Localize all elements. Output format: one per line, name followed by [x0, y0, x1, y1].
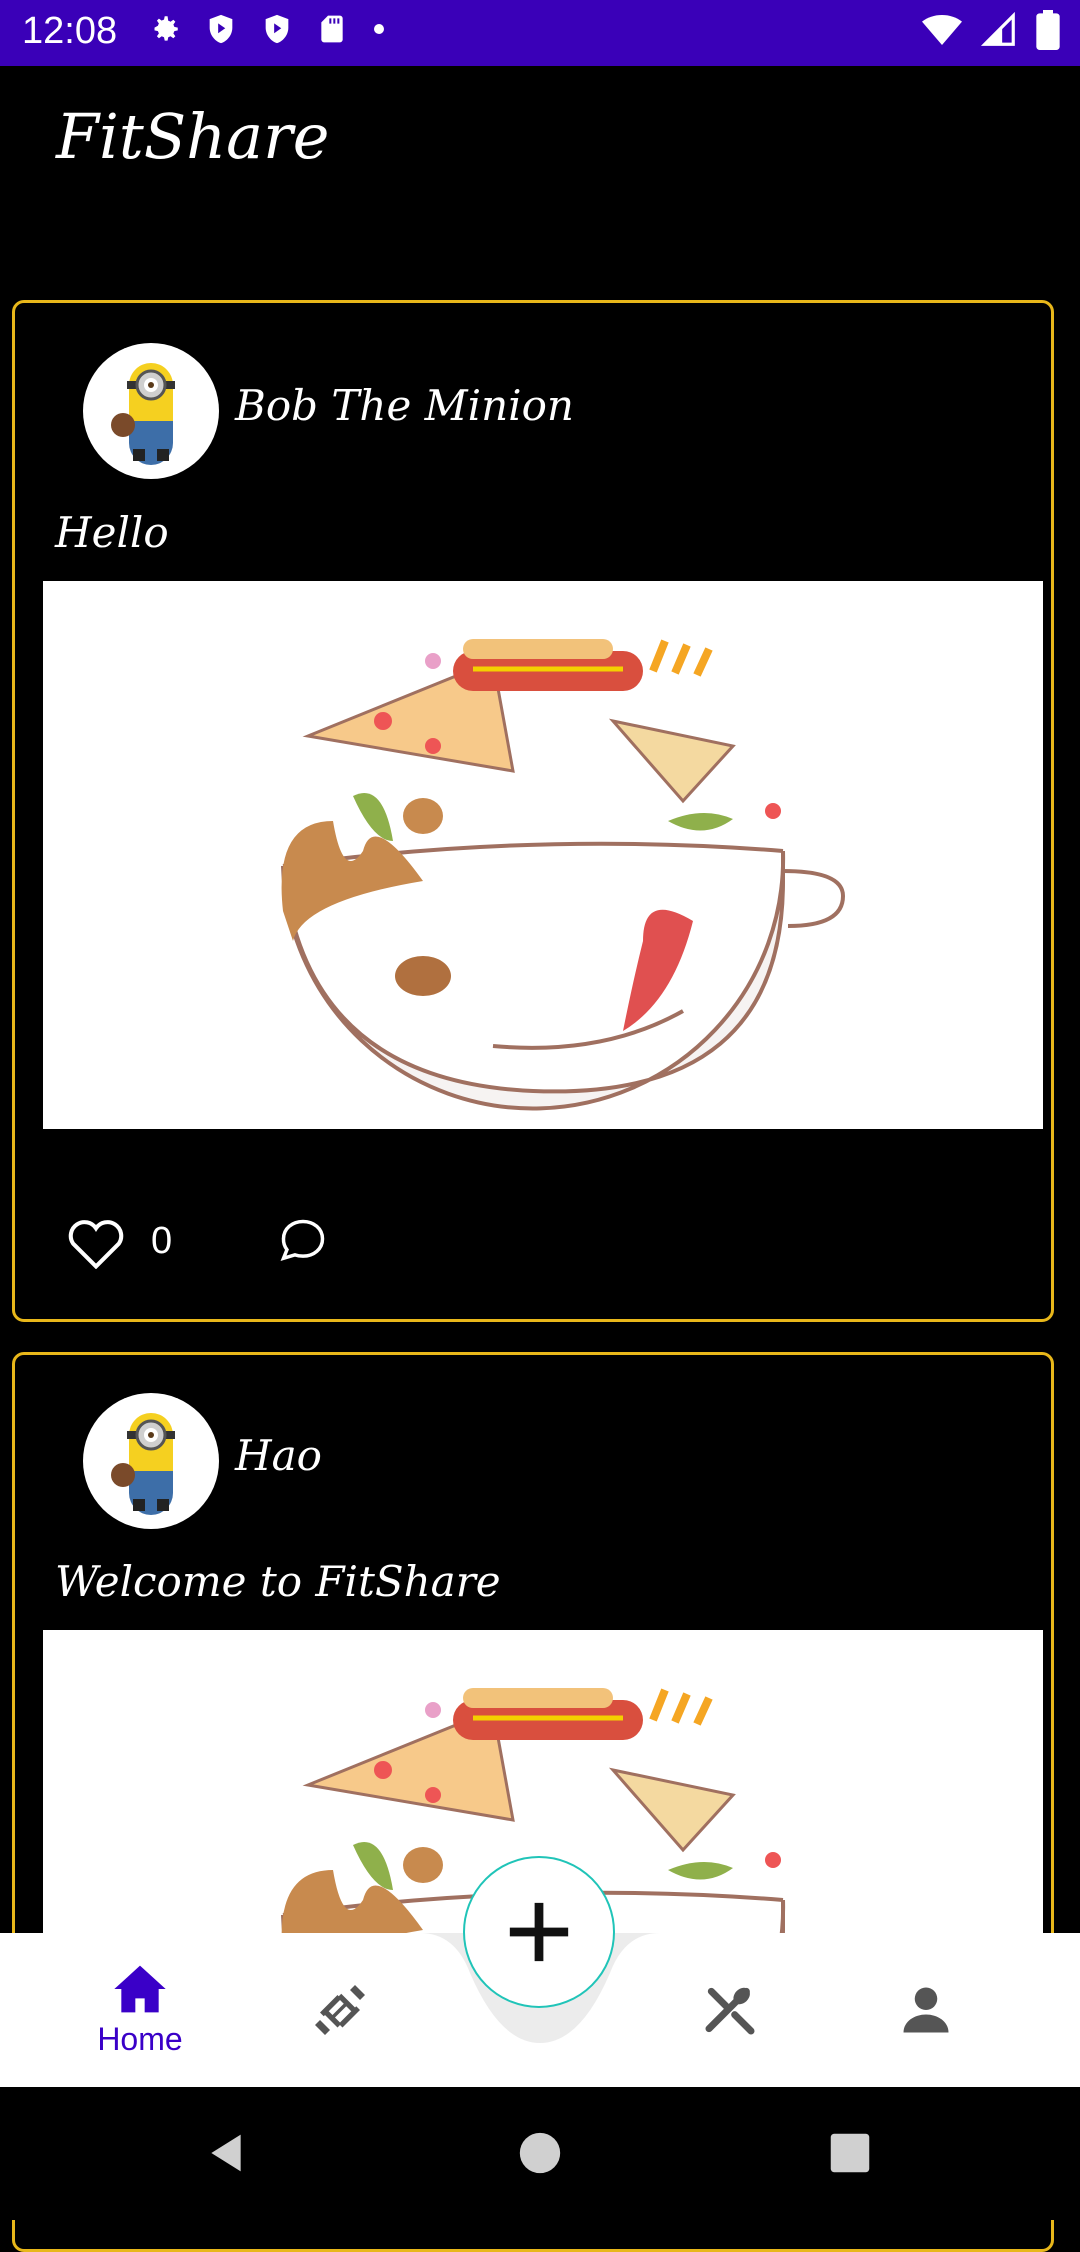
status-notification-icons	[148, 12, 388, 46]
like-count: 0	[151, 1219, 173, 1262]
app-title: FitShare	[56, 100, 330, 173]
minion-avatar-image	[111, 363, 175, 465]
shield-play-icon	[209, 14, 233, 44]
home-icon	[114, 1965, 166, 2012]
author-avatar[interactable]	[83, 343, 219, 479]
recents-icon[interactable]	[829, 2132, 871, 2174]
nav-home-label: Home	[97, 2020, 183, 2057]
back-icon[interactable]	[204, 2129, 248, 2177]
plus-icon	[509, 1902, 569, 1962]
author-avatar[interactable]	[83, 1393, 219, 1529]
post-card: Bob The Minion Hello 0	[12, 300, 1054, 1322]
nav-home[interactable]: Home	[80, 1933, 200, 2087]
post-caption: Welcome to FitShare	[55, 1557, 501, 1606]
minion-avatar-image	[111, 1413, 175, 1515]
post-image[interactable]	[43, 581, 1043, 1129]
post-caption: Hello	[55, 508, 169, 557]
post-author-name[interactable]: Hao	[235, 1431, 322, 1480]
post-author-name[interactable]: Bob The Minion	[235, 381, 574, 430]
home-circle-icon[interactable]	[518, 2131, 562, 2175]
battery-icon	[1036, 10, 1060, 50]
system-navigation-bar	[0, 2087, 1080, 2220]
dumbbell-icon	[315, 1985, 365, 2035]
food-bowl-illustration	[281, 639, 846, 1111]
post-actions: 0	[65, 1213, 330, 1269]
wifi-icon	[922, 15, 962, 45]
sd-card-icon	[321, 15, 343, 43]
status-bar: 12:08	[0, 0, 1080, 66]
signal-icon	[980, 11, 1015, 46]
nav-workouts[interactable]	[290, 1933, 390, 2087]
dot-icon	[374, 24, 384, 34]
nav-meals[interactable]	[680, 1933, 780, 2087]
add-post-button[interactable]	[463, 1856, 615, 2008]
shield-play-icon	[265, 14, 289, 44]
fork-knife-icon	[705, 1987, 755, 2035]
heart-icon[interactable]	[65, 1213, 127, 1269]
comment-icon[interactable]	[276, 1215, 330, 1267]
status-time: 12:08	[22, 10, 118, 52]
status-system-icons	[922, 10, 1060, 50]
person-icon	[903, 1987, 949, 2033]
nav-profile[interactable]	[876, 1933, 976, 2087]
settings-icon	[154, 16, 178, 41]
